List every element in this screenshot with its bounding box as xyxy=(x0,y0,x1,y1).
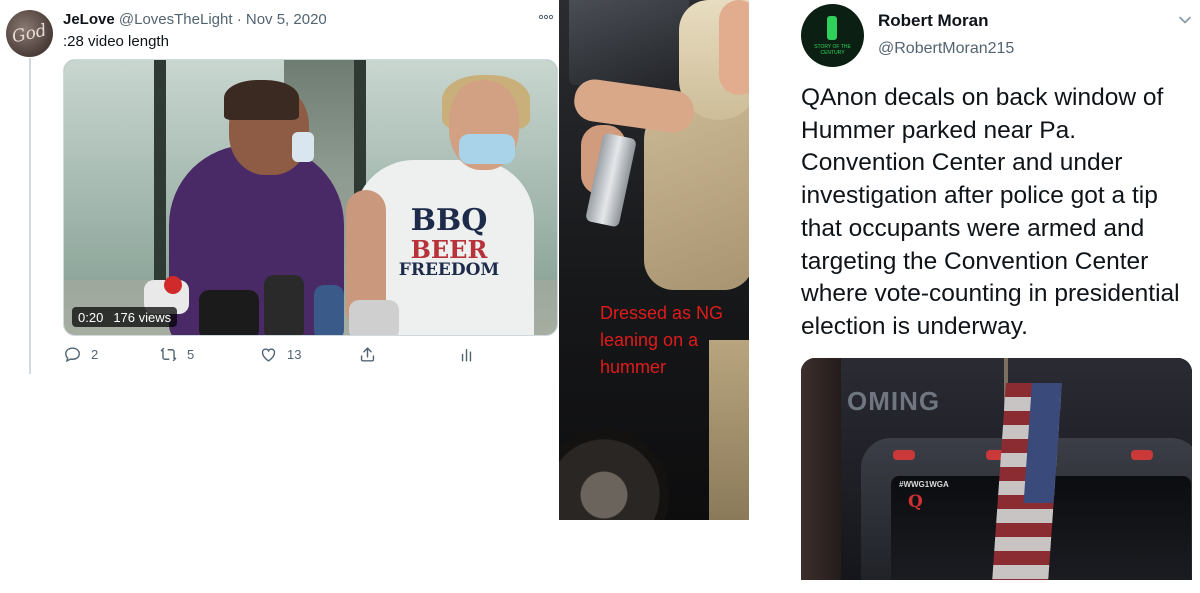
analytics-button[interactable] xyxy=(457,345,476,364)
avatar-text: God xyxy=(10,20,49,47)
microphone xyxy=(349,300,399,335)
middle-photo: Dressed as NG leaning on a hummer xyxy=(559,0,749,520)
microphone xyxy=(164,276,182,294)
reply-button[interactable]: 2 xyxy=(63,345,98,364)
analytics-icon xyxy=(461,349,472,362)
separator-dot: · xyxy=(236,11,242,28)
photo-caption: Dressed as NG leaning on a hummer xyxy=(600,303,724,377)
photo-person-face xyxy=(719,0,749,95)
shirt-print: BBQ BEER FREEDOM xyxy=(364,205,534,280)
left-tweet: God JeLove @LovesTheLight · Nov 5, 2020 … xyxy=(0,0,560,593)
like-count: 13 xyxy=(287,347,302,362)
video-microphones xyxy=(144,270,414,335)
like-button[interactable]: 13 xyxy=(259,345,301,364)
video-views: 176 views xyxy=(113,309,172,325)
more-horizontal-icon[interactable] xyxy=(538,8,554,24)
tweet-text: :28 video length xyxy=(63,33,169,50)
avatar[interactable]: God xyxy=(6,10,53,57)
retweet-icon xyxy=(160,347,177,362)
avatar-caption: STORY OF THE CENTURY xyxy=(814,44,851,56)
author-name[interactable]: JeLove xyxy=(63,11,115,28)
right-tweet: STORY OF THE CENTURY Robert Moran @Rober… xyxy=(749,0,1200,593)
shirt-line-bbq: BBQ xyxy=(410,203,488,238)
video-bg-frame xyxy=(154,60,166,290)
vehicle-light xyxy=(1131,450,1153,460)
tweet-photo[interactable]: OMING #WWG1WGA Q xyxy=(801,358,1192,580)
share-icon xyxy=(360,347,375,362)
video-person-left-mask xyxy=(292,132,314,162)
photo-truck-window xyxy=(569,0,689,85)
heart-icon xyxy=(261,348,276,362)
microphone xyxy=(314,285,344,335)
reply-count: 2 xyxy=(91,347,99,362)
vehicle-light xyxy=(893,450,915,460)
tweet-header: JeLove @LovesTheLight · Nov 5, 2020 xyxy=(63,11,327,28)
video-person-left-hair xyxy=(224,80,299,120)
microphone xyxy=(199,290,259,335)
tweet-date[interactable]: Nov 5, 2020 xyxy=(246,11,327,28)
video-info-badge: 0:20 176 views xyxy=(72,307,178,327)
tweet-actions: 2 5 13 xyxy=(63,345,483,367)
author-handle[interactable]: @LovesTheLight xyxy=(119,11,233,28)
reply-icon xyxy=(65,347,80,363)
shirt-line-beer: BEER xyxy=(410,234,488,264)
avatar-figure xyxy=(827,16,837,40)
share-button[interactable] xyxy=(358,345,377,364)
retweet-button[interactable]: 5 xyxy=(159,345,194,364)
video-person-right-mask xyxy=(459,134,515,164)
retweet-count: 5 xyxy=(187,347,195,362)
photo-brick-column xyxy=(801,358,841,580)
author-handle[interactable]: @RobertMoran215 xyxy=(878,40,1014,58)
window-decal-text: #WWG1WGA xyxy=(899,480,949,489)
video-timestamp: 0:20 xyxy=(78,309,104,325)
video-player[interactable]: BBQ BEER FREEDOM 0:20 176 views xyxy=(63,59,558,336)
chevron-down-icon[interactable] xyxy=(1177,12,1193,28)
avatar[interactable]: STORY OF THE CENTURY xyxy=(801,4,864,67)
author-name[interactable]: Robert Moran xyxy=(878,11,989,31)
photo-sign-text: OMING xyxy=(847,386,941,416)
tweet-text: QAnon decals on back window of Hummer pa… xyxy=(801,84,1180,340)
thread-line xyxy=(29,58,31,374)
window-decal-q: Q xyxy=(908,492,923,512)
microphone xyxy=(264,275,304,335)
video-bg-window xyxy=(64,60,154,280)
